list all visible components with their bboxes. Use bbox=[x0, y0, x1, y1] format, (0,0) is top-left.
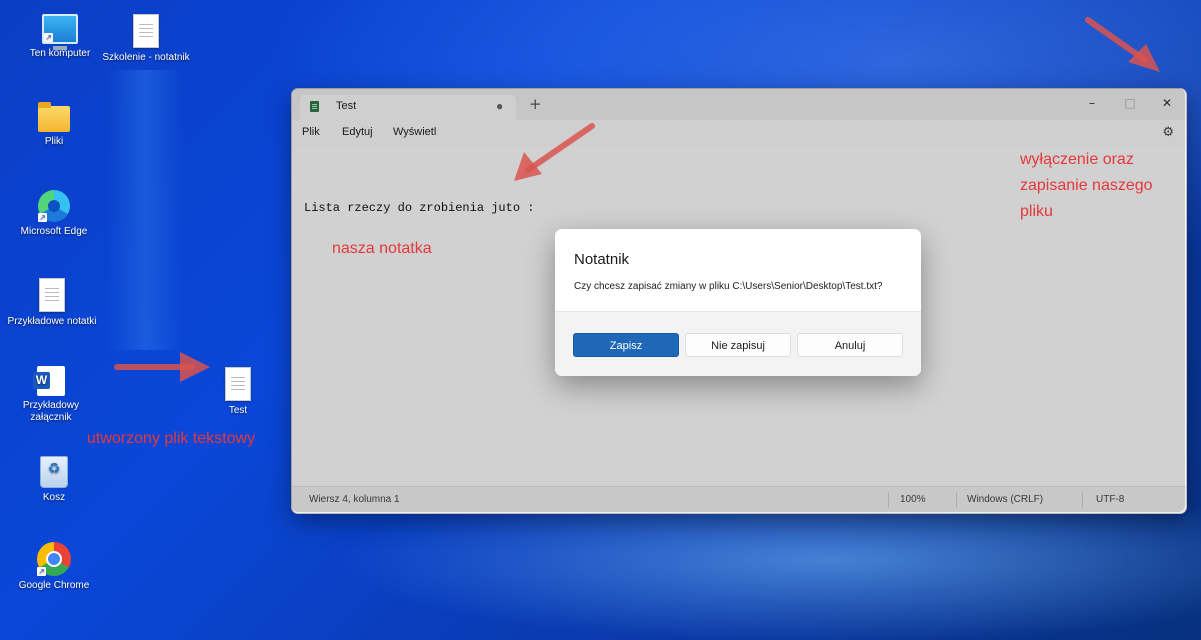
arrowhead-test-file bbox=[180, 352, 210, 382]
annotation-arrows bbox=[114, 17, 1160, 382]
annotation-our-note: nasza notatka bbox=[332, 240, 432, 257]
annotation-close-save-1: wyłączenie oraz bbox=[1020, 151, 1134, 168]
arrow-to-note bbox=[525, 123, 595, 173]
annotation-close-save-3: pliku bbox=[1020, 203, 1053, 220]
annotation-close-save-2: zapisanie naszego bbox=[1020, 177, 1153, 194]
annotation-created-file: utworzony plik tekstowy bbox=[87, 430, 256, 447]
